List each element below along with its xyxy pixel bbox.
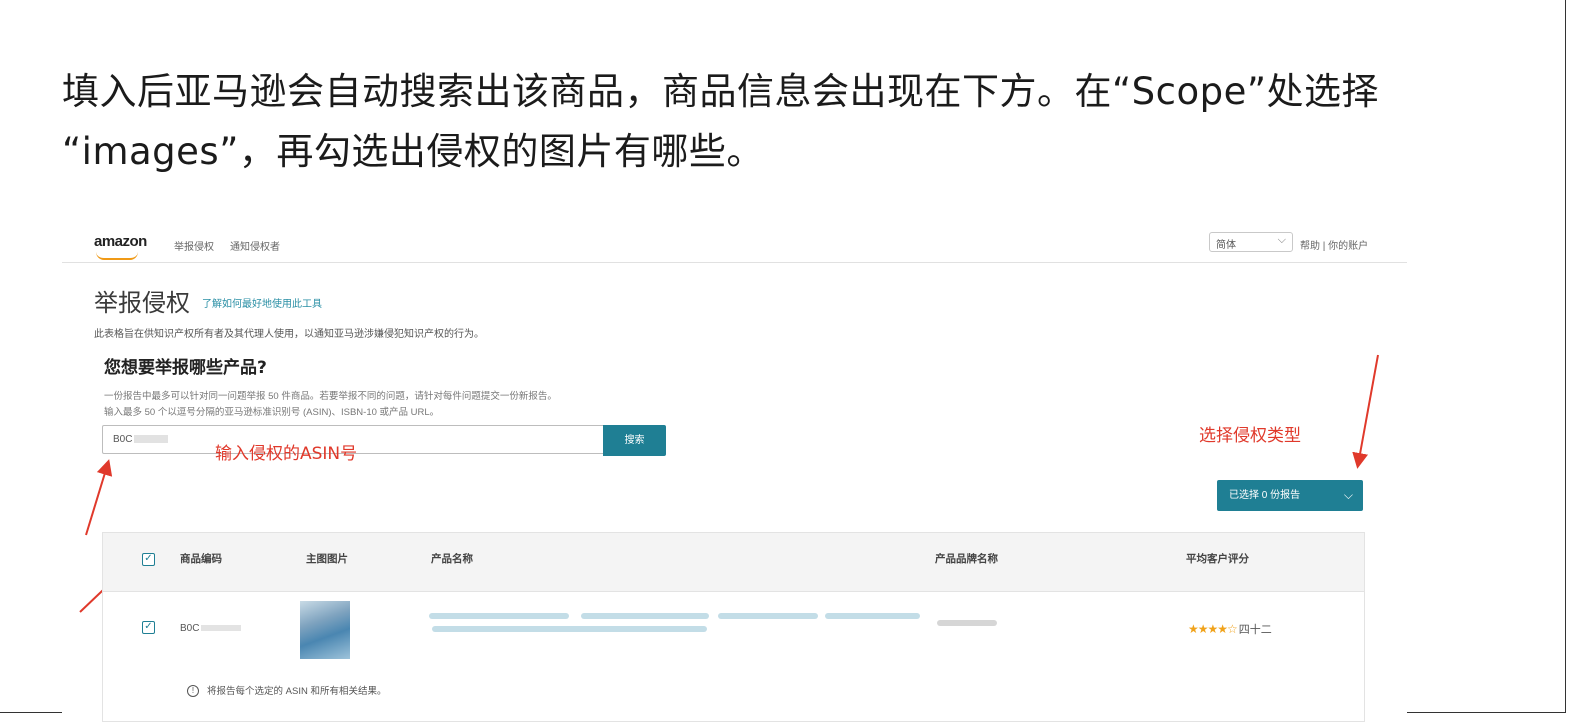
amazon-logo[interactable]: amazon <box>94 233 147 250</box>
redacted-text <box>134 435 169 444</box>
search-input-value: B0C <box>113 434 133 445</box>
rating-stars: ★★★★☆ 四十二 <box>1188 622 1272 636</box>
row-checkbox[interactable]: ✓ <box>142 621 155 634</box>
hint-line-2: 输入最多 50 个以逗号分隔的亚马逊标准识别号 (ASIN)、ISBN-10 或… <box>104 407 440 418</box>
products-table: ✓ 商品编码 主图图片 产品名称 产品品牌名称 平均客户评分 ✓ B0C ★★★… <box>102 532 1365 722</box>
column-average-rating: 平均客户评分 <box>1186 553 1249 565</box>
language-value: 简体 <box>1216 240 1236 251</box>
search-button[interactable]: 搜索 <box>603 425 666 456</box>
top-navigation-bar: amazon 举报侵权 通知侵权者 简体 ⌵ 帮助 | 你的账户 <box>62 225 1407 263</box>
caption-line-1: 填入后亚马逊会自动搜索出该商品，商品信息会出现在下方。在“Scope”处选择 <box>62 70 1380 113</box>
product-name-blurred <box>429 613 569 619</box>
chevron-down-icon: ⌵ <box>1277 234 1286 246</box>
caption-line-2: “images”，再勾选出侵权的图片有哪些。 <box>62 130 764 173</box>
selection-note: ! 将报告每个选定的 ASIN 和所有相关结果。 <box>187 683 386 698</box>
report-type-button[interactable]: 已选择 0 份报告 ⌵ <box>1217 480 1363 511</box>
hint-line-1: 一份报告中最多可以针对同一问题举报 50 件商品。若要举报不同的问题，请针对每件… <box>104 391 557 402</box>
annotation-select-type: 选择侵权类型 <box>1199 426 1301 446</box>
column-brand-name: 产品品牌名称 <box>935 553 998 565</box>
table-header: ✓ 商品编码 主图图片 产品名称 产品品牌名称 平均客户评分 <box>103 533 1364 592</box>
info-icon: ! <box>187 685 199 698</box>
instruction-caption: 填入后亚马逊会自动搜索出该商品，商品信息会出现在下方。在“Scope”处选择 “… <box>62 62 1462 182</box>
report-type-label: 已选择 0 份报告 <box>1229 490 1301 501</box>
product-image-thumbnail[interactable] <box>300 601 350 659</box>
brand-name-blurred <box>937 620 997 626</box>
nav-report-infringement[interactable]: 举报侵权 <box>174 238 214 253</box>
row-asin: B0C <box>180 623 242 634</box>
language-select[interactable]: 简体 ⌵ <box>1209 232 1293 252</box>
page-title: 举报侵权 <box>94 289 190 317</box>
nav-notify-infringer[interactable]: 通知侵权者 <box>230 238 280 253</box>
how-to-use-link[interactable]: 了解如何最好地使用此工具 <box>202 295 322 310</box>
intro-text: 此表格旨在供知识产权所有者及其代理人使用，以通知亚马逊涉嫌侵犯知识产权的行为。 <box>94 329 484 340</box>
column-asin: 商品编码 <box>180 553 222 565</box>
column-product-name: 产品名称 <box>431 553 473 565</box>
amazon-report-infringement-screenshot: amazon 举报侵权 通知侵权者 简体 ⌵ 帮助 | 你的账户 举报侵权 了解… <box>62 225 1407 722</box>
products-question-heading: 您想要举报哪些产品? <box>104 358 267 378</box>
arrow-to-search-box <box>85 459 113 536</box>
help-account-links[interactable]: 帮助 | 你的账户 <box>1300 237 1368 252</box>
annotation-enter-asin: 输入侵权的ASIN号 <box>215 444 358 464</box>
amazon-smile-icon <box>96 252 138 260</box>
arrow-to-report-button <box>1352 354 1379 469</box>
column-main-image: 主图图片 <box>306 553 348 565</box>
select-all-checkbox[interactable]: ✓ <box>142 553 155 566</box>
chevron-down-icon: ⌵ <box>1343 488 1353 502</box>
